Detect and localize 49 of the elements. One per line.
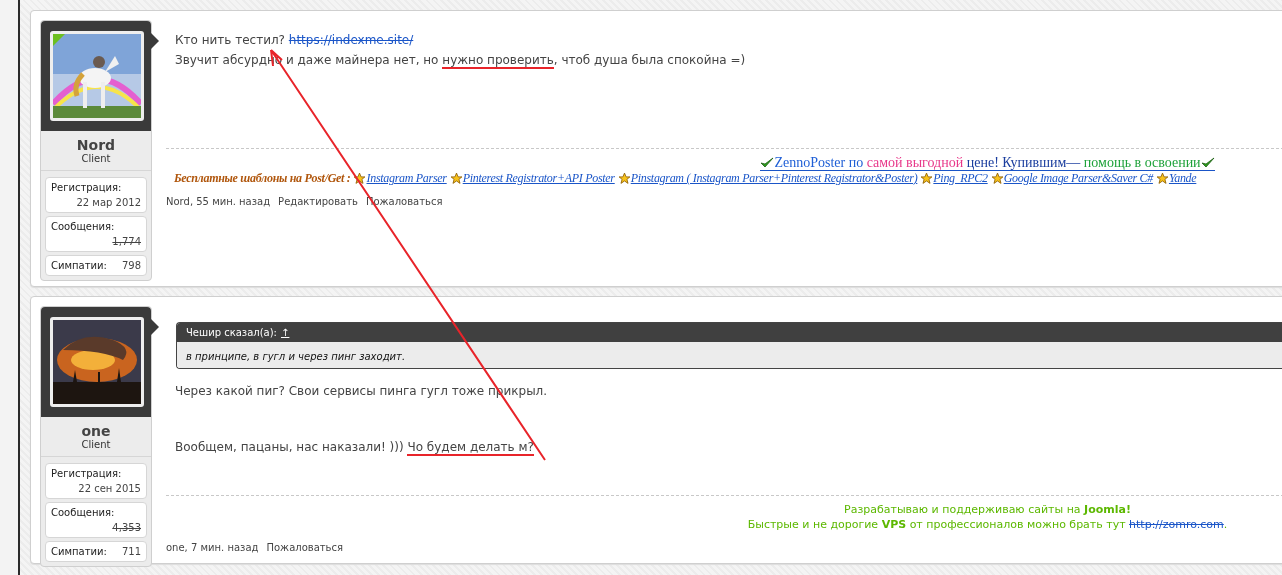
username[interactable]: one <box>41 423 151 439</box>
signature-link[interactable]: Ping RPC2 <box>933 171 988 186</box>
star-icon <box>449 172 463 185</box>
stat-value: 4,353 <box>111 522 141 533</box>
star-icon <box>617 172 631 185</box>
signature-heading: Бесплатные шаблоны на Post/Get : <box>174 171 351 186</box>
star-icon <box>920 172 934 185</box>
signature-text: ZennoPoster по <box>774 155 864 170</box>
stat-label: Сообщения: <box>51 507 115 518</box>
stat-label: Регистрация: <box>51 468 122 479</box>
signature-text: самой выгодной <box>865 155 964 170</box>
stat-value: 798 <box>121 260 141 271</box>
message-text: Кто нить тестил? https://indexme.site/ <box>174 32 415 49</box>
signature-link[interactable]: Yande <box>1168 171 1197 186</box>
stat-label: Симпатии: <box>51 546 107 557</box>
user-title: Client <box>80 153 112 164</box>
signature-text: цене! Купившим— <box>965 155 1081 170</box>
stat-value: 711 <box>121 546 141 557</box>
post-byline: one, 7 мин. назад <box>166 542 259 553</box>
signature-text: Быстрые и не дорогие VPS от профессионалов можно брать тут <box>747 517 1127 532</box>
signature-link[interactable]: Google Image Parser&Saver C# <box>1003 171 1153 186</box>
star-icon <box>353 172 367 185</box>
post-action-link[interactable]: Пожаловаться <box>266 542 344 553</box>
stat-value: 22 сен 2015 <box>77 483 141 494</box>
quote-author: Чешир сказал(а): <box>186 327 277 338</box>
signature-link[interactable]: Pinterest Registrator+API Poster <box>462 171 615 186</box>
signature-text: помощь в освоении <box>1082 155 1201 170</box>
star-icon <box>1155 172 1169 185</box>
checkmark-icon <box>760 156 775 169</box>
post-action-link[interactable]: Редактировать <box>278 196 358 207</box>
signature-text: . <box>1223 517 1228 532</box>
jump-link[interactable]: ↑ <box>281 327 290 338</box>
signature-link[interactable]: Instagram Parser <box>366 171 447 186</box>
stat-label: Регистрация: <box>51 182 122 193</box>
message-link[interactable]: https://indexme.site/ <box>288 33 414 47</box>
signature-text: Разрабатываю и поддерживаю сайты на Joomla! <box>844 502 1131 517</box>
stat-label: Симпатии: <box>51 260 107 271</box>
signature-link[interactable]: Pinstagram ( Instagram Parser+Pinterest Registrator&Poster) <box>630 171 918 186</box>
signature-link[interactable]: http://zomro.com <box>1129 517 1224 532</box>
username[interactable]: Nord <box>41 137 151 153</box>
message-text: Вообщем, пацаны, нас наказали! ))) Чо будем делать м? <box>174 439 535 457</box>
stat-value: 1,774 <box>111 236 141 247</box>
stat-value: 22 мар 2012 <box>75 197 141 208</box>
stat-label: Сообщения: <box>51 221 115 232</box>
checkmark-icon <box>1200 156 1215 169</box>
quote-text: в принципе, в гугл и через пинг заходит. <box>177 342 1282 368</box>
user-title: Client <box>80 439 112 450</box>
post-byline: Nord, 55 мин. назад <box>166 196 271 207</box>
star-icon <box>990 172 1004 185</box>
